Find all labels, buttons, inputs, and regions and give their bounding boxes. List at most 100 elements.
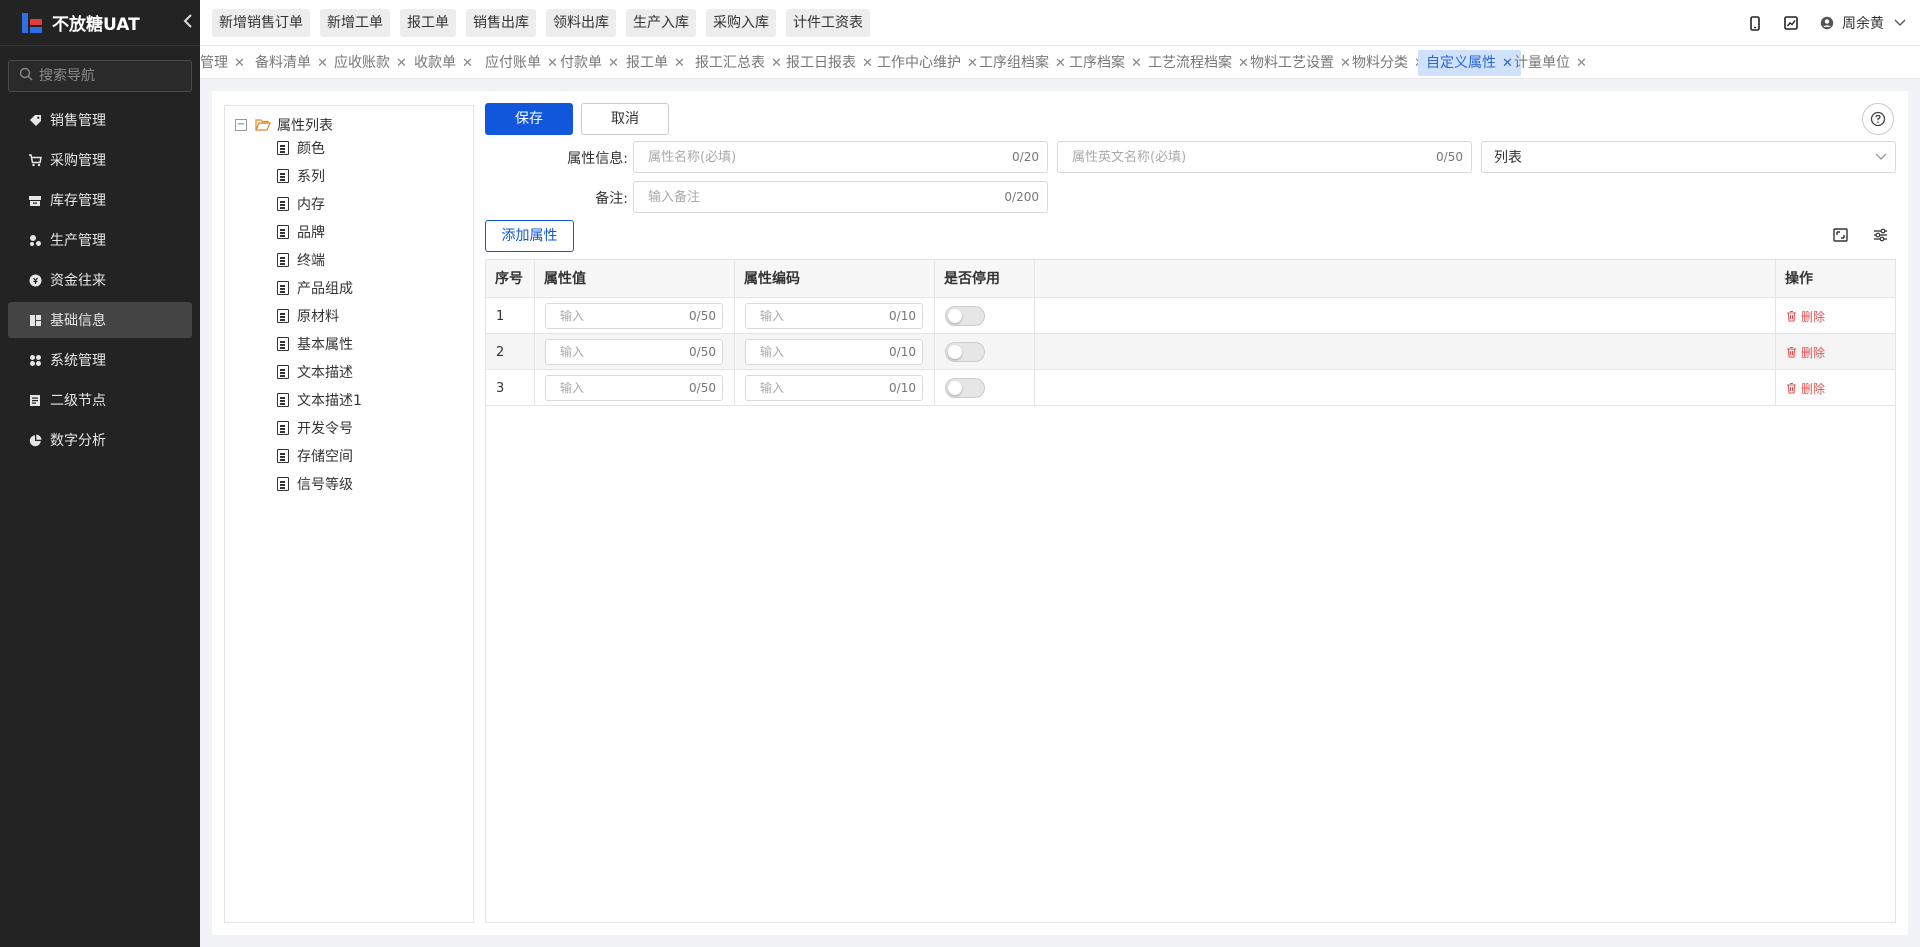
tab-13[interactable]: 物料工艺设置 ✕ — [1242, 50, 1359, 76]
delete-button[interactable]: 删除 — [1786, 344, 1825, 361]
remark-input[interactable] — [648, 189, 1001, 205]
sidebar-item-5[interactable]: 基础信息 — [8, 302, 192, 338]
attribute-value-field[interactable]: 0/50 — [545, 339, 723, 365]
dashboard-icon[interactable] — [1782, 14, 1800, 32]
sidebar-item-7[interactable]: 二级节点 — [8, 382, 192, 418]
sidebar-item-label: 基础信息 — [50, 313, 106, 329]
tree-item[interactable]: 颜色 — [277, 137, 325, 159]
column-settings-icon[interactable] — [1871, 226, 1889, 244]
tab-3[interactable]: 收款单 ✕ — [406, 50, 481, 76]
tab-11[interactable]: 工序档案 ✕ — [1061, 50, 1150, 76]
quick-sales-outbound-button[interactable]: 销售出库 — [466, 9, 536, 37]
attribute-value-input[interactable] — [560, 345, 690, 359]
attribute-code-input[interactable] — [760, 345, 890, 359]
sidebar-item-3[interactable]: 生产管理 — [8, 222, 192, 258]
tree-item[interactable]: 终端 — [277, 249, 325, 271]
nav-search-input[interactable] — [39, 68, 189, 84]
sidebar-item-0[interactable]: 销售管理 — [8, 102, 192, 138]
tab-7[interactable]: 报工汇总表 ✕ — [687, 50, 790, 76]
attribute-name-input[interactable] — [648, 149, 1009, 165]
tab-2[interactable]: 应收账款 ✕ — [326, 50, 415, 76]
sidebar-item-8[interactable]: 数字分析 — [8, 422, 192, 458]
tree-item[interactable]: 内存 — [277, 193, 325, 215]
attribute-name-field[interactable]: 0/20 — [633, 141, 1048, 173]
attribute-code-field[interactable]: 0/10 — [745, 303, 923, 329]
quick-new-work-order-button[interactable]: 新增工单 — [320, 9, 390, 37]
attribute-value-input[interactable] — [560, 381, 690, 395]
quick-work-report-button[interactable]: 报工单 — [400, 9, 456, 37]
sidebar-item-4[interactable]: 资金往来 — [8, 262, 192, 298]
attribute-value-field[interactable]: 0/50 — [545, 303, 723, 329]
tab-label: 物料工艺设置 — [1250, 55, 1334, 71]
tree-item[interactable]: 品牌 — [277, 221, 325, 243]
tree-collapse-icon[interactable]: − — [235, 119, 247, 131]
sidebar-item-6[interactable]: 系统管理 — [8, 342, 192, 378]
chevron-down-icon[interactable] — [1894, 15, 1906, 31]
attribute-value-count: 0/50 — [689, 309, 716, 323]
disabled-toggle[interactable] — [945, 306, 985, 326]
remark-field[interactable]: 0/200 — [633, 181, 1048, 213]
attribute-en-name-field[interactable]: 0/50 — [1057, 141, 1472, 173]
tab-8[interactable]: 报工日报表 ✕ — [778, 50, 881, 76]
tree-item[interactable]: 原材料 — [277, 305, 339, 327]
sidebar-item-1[interactable]: 采购管理 — [8, 142, 192, 178]
nav-search[interactable] — [8, 60, 192, 92]
attribute-en-name-input[interactable] — [1072, 149, 1433, 165]
tree-item[interactable]: 信号等级 — [277, 473, 353, 495]
add-attribute-button[interactable]: 添加属性 — [485, 220, 574, 252]
close-icon[interactable]: ✕ — [462, 56, 473, 71]
delete-button[interactable]: 删除 — [1786, 308, 1825, 325]
col-header-index: 序号 — [486, 260, 535, 298]
attribute-code-field[interactable]: 0/10 — [745, 339, 923, 365]
attribute-type-select[interactable]: 列表 — [1481, 141, 1896, 173]
save-button[interactable]: 保存 — [485, 103, 573, 135]
attribute-code-input[interactable] — [760, 309, 890, 323]
tab-label: 应收账款 — [334, 55, 390, 71]
tab-9[interactable]: 工作中心维护 ✕ — [869, 50, 986, 76]
fullscreen-icon[interactable] — [1831, 226, 1849, 244]
attribute-value-input[interactable] — [560, 309, 690, 323]
tab-0[interactable]: 管理 ✕ — [200, 50, 253, 76]
search-icon — [19, 67, 33, 85]
attribute-code-field[interactable]: 0/10 — [745, 375, 923, 401]
tree-root[interactable]: − 属性列表 — [235, 114, 333, 136]
tab-12[interactable]: 工艺流程档案 ✕ — [1140, 50, 1257, 76]
delete-button[interactable]: 删除 — [1786, 380, 1825, 397]
tree-item[interactable]: 系列 — [277, 165, 325, 187]
tab-5[interactable]: 付款单 ✕ — [552, 50, 627, 76]
sidebar-collapse-icon[interactable] — [180, 14, 196, 32]
quick-purchase-inbound-button[interactable]: 采购入库 — [706, 9, 776, 37]
user-name[interactable]: 周余黄 — [1842, 13, 1884, 33]
close-icon[interactable]: ✕ — [234, 56, 245, 71]
tree-item[interactable]: 文本描述1 — [277, 389, 362, 411]
tree-item[interactable]: 文本描述 — [277, 361, 353, 383]
cancel-button[interactable]: 取消 — [581, 103, 669, 135]
tab-16[interactable]: 计量单位 ✕ — [1506, 50, 1595, 76]
tree-item[interactable]: 基本属性 — [277, 333, 353, 355]
tree-item[interactable]: 存储空间 — [277, 445, 353, 467]
quick-new-sales-order-button[interactable]: 新增销售订单 — [212, 9, 310, 37]
sidebar-item-label: 库存管理 — [50, 193, 106, 209]
attribute-value-field[interactable]: 0/50 — [545, 375, 723, 401]
mobile-icon[interactable] — [1746, 14, 1764, 32]
disabled-toggle[interactable] — [945, 342, 985, 362]
attribute-code-input[interactable] — [760, 381, 890, 395]
help-button[interactable] — [1862, 103, 1894, 135]
close-icon[interactable]: ✕ — [1576, 56, 1587, 71]
top-right-tools: 周余黄 — [1728, 0, 1906, 46]
tab-1[interactable]: 备料清单 ✕ — [247, 50, 336, 76]
tree-item[interactable]: 开发令号 — [277, 417, 353, 439]
apps-icon — [28, 353, 42, 367]
quick-piecework-wage-button[interactable]: 计件工资表 — [786, 9, 870, 37]
tab-label: 报工汇总表 — [695, 55, 765, 71]
disabled-toggle[interactable] — [945, 378, 985, 398]
quick-production-inbound-button[interactable]: 生产入库 — [626, 9, 696, 37]
sidebar-item-2[interactable]: 库存管理 — [8, 182, 192, 218]
tab-6[interactable]: 报工单 ✕ — [618, 50, 693, 76]
tab-10[interactable]: 工序组档案 ✕ — [971, 50, 1074, 76]
user-avatar-icon[interactable] — [1818, 14, 1836, 32]
close-icon[interactable]: ✕ — [674, 56, 685, 71]
app-logo[interactable]: 不放糖UAT — [0, 0, 200, 46]
quick-material-outbound-button[interactable]: 领料出库 — [546, 9, 616, 37]
tree-item[interactable]: 产品组成 — [277, 277, 353, 299]
